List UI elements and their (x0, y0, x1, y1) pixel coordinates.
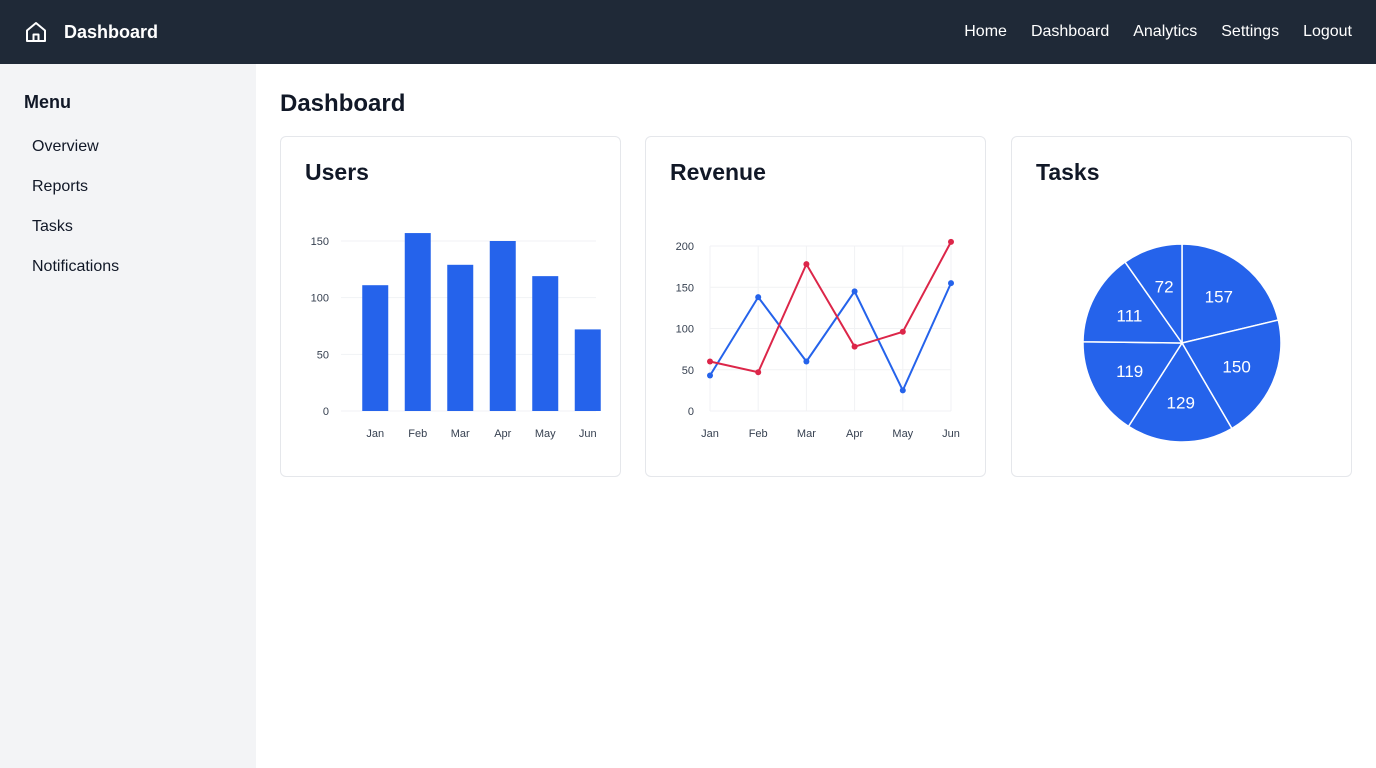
y-tick-label: 150 (676, 282, 694, 294)
x-tick-label: Jan (701, 428, 719, 440)
tasks-pie-chart: 157 150 129 119 111 72 (1082, 243, 1282, 443)
x-tick-label: Feb (408, 428, 427, 440)
data-point (851, 343, 858, 350)
x-tick-label: Mar (797, 428, 816, 440)
sidebar-title: Menu (24, 92, 71, 112)
main-nav: Home Dashboard Analytics Settings Logout (964, 0, 1352, 64)
data-point (899, 328, 906, 335)
slice-label: 129 (1167, 393, 1195, 412)
y-tick-label: 100 (676, 324, 694, 336)
data-point (803, 358, 810, 365)
y-tick-label: 0 (323, 406, 329, 418)
x-tick-label: Jun (579, 428, 597, 440)
y-tick-label: 200 (676, 241, 694, 253)
series-line (709, 282, 952, 393)
top-nav-bar: Dashboard Home Dashboard Analytics Setti… (0, 0, 1376, 64)
y-tick-label: 150 (311, 236, 329, 248)
bar (532, 276, 559, 411)
nav-analytics[interactable]: Analytics (1133, 23, 1197, 41)
bar (447, 264, 474, 411)
x-tick-label: Jan (366, 428, 384, 440)
x-tick-label: May (892, 428, 913, 440)
nav-dashboard[interactable]: Dashboard (1031, 23, 1109, 41)
bar (404, 233, 431, 411)
app-title: Dashboard (64, 21, 159, 42)
slice-label: 111 (1117, 306, 1143, 325)
users-bar-chart: 0 50 100 150 Jan Feb Mar Apr May Jun (311, 233, 601, 440)
data-point (948, 280, 954, 287)
sidebar-item-reports[interactable]: Reports (32, 178, 88, 196)
y-tick-label: 50 (317, 349, 329, 361)
brand[interactable]: Dashboard (24, 0, 158, 64)
tasks-card: Tasks 157 150 129 119 111 72 (1011, 136, 1352, 477)
y-tick-label: 100 (311, 293, 329, 305)
slice-label: 72 (1155, 277, 1174, 296)
slice-label: 150 (1222, 357, 1250, 376)
data-point (899, 387, 906, 394)
x-tick-label: Apr (846, 428, 863, 440)
home-icon (24, 20, 48, 44)
data-point (755, 369, 762, 376)
y-tick-label: 0 (688, 406, 694, 418)
users-card: Users 0 50 100 150 Jan Feb Mar Apr May Jun (280, 136, 621, 477)
x-tick-label: Apr (494, 428, 511, 440)
bar (489, 241, 516, 411)
data-point (707, 358, 713, 365)
revenue-line-chart: 0 50 100 150 200 Jan Feb Mar Apr May Jun (676, 238, 960, 440)
sidebar-item-notifications[interactable]: Notifications (32, 258, 119, 276)
x-tick-label: Feb (749, 428, 768, 440)
slice-label: 157 (1205, 287, 1233, 306)
page-title: Dashboard (280, 90, 406, 117)
revenue-card: Revenue 0 50 100 150 200 Jan Feb Mar Apr May Jun (645, 136, 986, 477)
nav-home[interactable]: Home (964, 23, 1007, 41)
series-line (709, 241, 952, 374)
nav-logout[interactable]: Logout (1303, 23, 1352, 41)
x-tick-label: May (535, 428, 556, 440)
nav-settings[interactable]: Settings (1221, 23, 1279, 41)
x-tick-label: Jun (942, 428, 960, 440)
sidebar-item-tasks[interactable]: Tasks (32, 218, 73, 236)
bar (574, 329, 601, 411)
y-tick-label: 50 (682, 365, 694, 377)
data-point (803, 261, 810, 268)
data-point (851, 288, 858, 295)
data-point (707, 372, 713, 379)
x-tick-label: Mar (451, 428, 470, 440)
sidebar: Menu Overview Reports Tasks Notification… (0, 64, 256, 768)
bar (362, 285, 389, 411)
sidebar-item-overview[interactable]: Overview (32, 138, 99, 156)
data-point (948, 238, 954, 245)
slice-label: 119 (1116, 362, 1143, 381)
data-point (755, 294, 762, 301)
